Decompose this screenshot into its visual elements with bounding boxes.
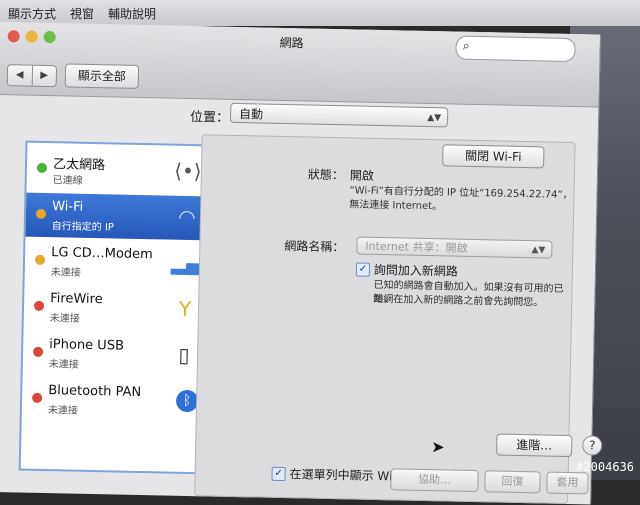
status-dot-red: [33, 300, 45, 311]
window-titlebar: 網路 ⌕ ◀ ▶ 顯示全部: [0, 22, 600, 108]
service-item-firewire[interactable]: FireWire 未連接 Y: [24, 285, 209, 333]
service-item-lg-modem[interactable]: LG CD…Modem 未連接 ▂▄▆█: [25, 239, 233, 287]
advanced-button[interactable]: 進階…: [496, 433, 573, 458]
location-label: 位置：: [189, 110, 230, 126]
service-status: 未連接: [49, 313, 80, 325]
service-name: 乙太網路: [52, 157, 106, 174]
service-name: Wi-Fi: [51, 199, 84, 215]
status-dot-yellow: [35, 208, 47, 220]
service-name: Bluetooth PAN: [48, 383, 142, 401]
ask-join-description-2: 路，在加入新的網路之前會先詢問您。: [373, 293, 544, 309]
network-name-label: 網路名稱：: [284, 239, 345, 255]
status-description-2: 無法連接 Internet。: [349, 199, 443, 213]
signal-bars-icon: ▂▄▆█: [171, 248, 233, 279]
service-name: FireWire: [50, 291, 103, 308]
network-name-select[interactable]: Internet 共享：開啟 ▲▼: [356, 236, 553, 259]
mouse-cursor-icon: ➤: [431, 437, 445, 457]
status-dot-red: [32, 392, 43, 403]
service-name: iPhone USB: [49, 337, 125, 354]
service-name: LG CD…Modem: [51, 245, 153, 263]
zoom-button[interactable]: [43, 30, 56, 44]
ask-join-label: 詢問加入新網路: [373, 262, 459, 279]
search-icon: ⌕: [462, 38, 471, 54]
revert-button[interactable]: 回復: [484, 470, 541, 494]
service-status: 未連接: [50, 267, 81, 279]
assist-button[interactable]: 協助…: [390, 468, 479, 493]
service-item-iphone-usb[interactable]: iPhone USB 未連接 ▯: [23, 331, 208, 379]
minimize-button[interactable]: [25, 30, 38, 43]
service-item-bluetooth-pan[interactable]: Bluetooth PAN 未連接 ᛒ: [22, 377, 207, 425]
ethernet-icon: ⟨•⟩: [173, 158, 202, 184]
nav-segment: ◀ ▶: [6, 64, 58, 88]
service-item-wifi[interactable]: Wi-Fi 自行指定的 IP ◠: [25, 192, 211, 241]
location-select[interactable]: 自動 ▲▼: [229, 102, 449, 128]
menu-window[interactable]: 視窗: [70, 5, 94, 22]
status-dot-red: [32, 346, 44, 357]
window-title: 網路: [279, 35, 304, 51]
status-label: 狀態：: [307, 167, 345, 183]
service-status: 自行指定的 IP: [51, 221, 114, 234]
show-all-button[interactable]: 顯示全部: [64, 63, 140, 89]
menu-help[interactable]: 輔助說明: [108, 5, 156, 22]
network-preferences-window: 網路 ⌕ ◀ ▶ 顯示全部 位置： 自動 ▲▼ 乙太網路 已連線 ⟨•⟩ Wi-…: [0, 22, 603, 505]
watermark: #2004636: [576, 460, 634, 474]
back-button[interactable]: ◀: [7, 65, 33, 86]
service-status: 未連接: [48, 359, 79, 371]
status-value: 開啟: [349, 168, 375, 183]
status-dot-green: [36, 162, 48, 174]
forward-button[interactable]: ▶: [32, 66, 56, 86]
firewire-icon: Y: [178, 296, 192, 322]
turn-off-wifi-button[interactable]: 關閉 Wi-Fi: [442, 144, 545, 169]
iphone-icon: ▯: [178, 342, 190, 368]
ask-join-checkbox[interactable]: ✓: [355, 262, 371, 277]
location-value: 自動: [238, 107, 264, 122]
select-arrows-icon: ▲▼: [427, 112, 442, 124]
service-status: 未連接: [47, 405, 78, 417]
search-input[interactable]: ⌕: [455, 35, 576, 63]
network-name-value: Internet 共享：開啟: [365, 239, 468, 255]
close-button[interactable]: [7, 30, 20, 43]
service-status: 已連線: [52, 175, 83, 187]
service-item-ethernet[interactable]: 乙太網路 已連線 ⟨•⟩: [26, 147, 211, 195]
detail-panel: 狀態： 開啟 關閉 Wi-Fi “Wi-Fi”有自行分配的 IP 位址“169.…: [194, 134, 603, 505]
status-dot-yellow: [34, 254, 46, 265]
menu-view[interactable]: 顯示方式: [8, 5, 56, 22]
show-in-menubar-checkbox[interactable]: ✓: [271, 466, 286, 482]
menu-bar: 顯示方式 視窗 輔助說明: [0, 0, 640, 26]
apply-button[interactable]: 套用: [546, 471, 589, 495]
wifi-icon: ◠: [177, 204, 196, 230]
select-arrows-icon: ▲▼: [531, 245, 546, 256]
service-list: 乙太網路 已連線 ⟨•⟩ Wi-Fi 自行指定的 IP ◠ LG CD…Mode…: [18, 140, 233, 475]
